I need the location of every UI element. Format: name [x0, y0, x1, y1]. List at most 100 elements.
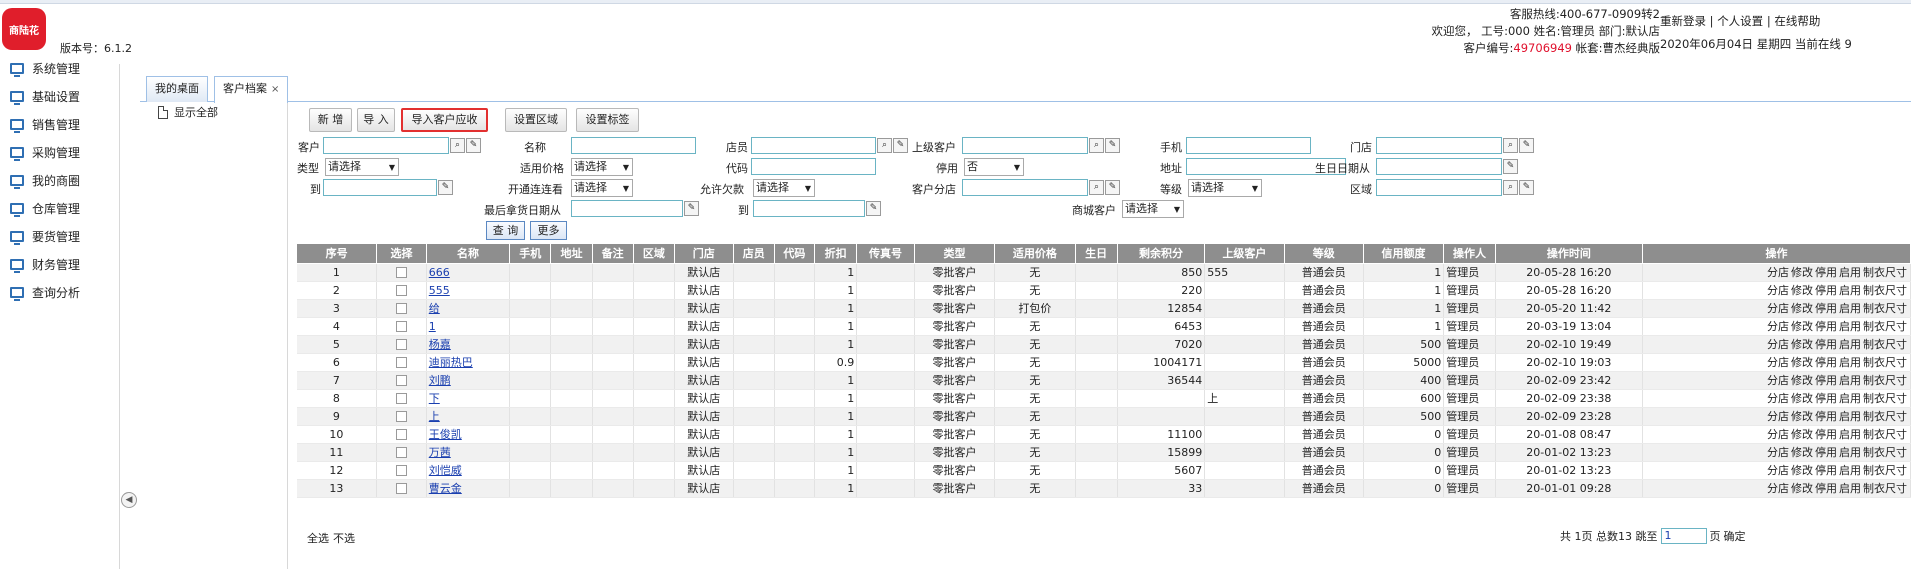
edit-action[interactable]: 修改: [1791, 266, 1813, 279]
branch-action[interactable]: 分店: [1767, 320, 1789, 333]
disable-action[interactable]: 停用: [1815, 428, 1837, 441]
enable-action[interactable]: 启用: [1839, 302, 1861, 315]
clerk-input[interactable]: [751, 137, 876, 154]
online-help-link[interactable]: 在线帮助: [1774, 14, 1820, 28]
sidebar-item-query-analysis[interactable]: 查询分析: [10, 282, 80, 302]
disable-action[interactable]: 停用: [1815, 482, 1837, 495]
parent-customer-input[interactable]: [962, 137, 1088, 154]
enable-action[interactable]: 启用: [1839, 410, 1861, 423]
disable-action[interactable]: 停用: [1815, 302, 1837, 315]
row-checkbox[interactable]: [396, 483, 408, 494]
enable-action[interactable]: 启用: [1839, 338, 1861, 351]
edit-action[interactable]: 修改: [1791, 446, 1813, 459]
customer-name-link[interactable]: 迪丽热巴: [429, 356, 473, 369]
edit-action[interactable]: 修改: [1791, 428, 1813, 441]
edit-action[interactable]: 修改: [1791, 464, 1813, 477]
branch-action[interactable]: 分店: [1767, 266, 1789, 279]
disable-action[interactable]: 停用: [1815, 284, 1837, 297]
customer-name-link[interactable]: 上: [429, 410, 440, 423]
sidebar-item-requisition[interactable]: 要货管理: [10, 226, 80, 246]
level-select[interactable]: 请选择: [1188, 179, 1262, 197]
edit-icon[interactable]: ✎: [1105, 138, 1120, 153]
customer-name-link[interactable]: 杨嘉: [429, 338, 451, 351]
customer-name-link[interactable]: 1: [429, 320, 436, 333]
search-icon[interactable]: ⌕: [1089, 180, 1104, 195]
allow-debt-select[interactable]: 请选择: [753, 179, 815, 197]
last-pick-from-input[interactable]: [571, 200, 683, 217]
sidebar-item-purchase[interactable]: 采购管理: [10, 142, 80, 162]
branch-action[interactable]: 分店: [1767, 302, 1789, 315]
relogin-link[interactable]: 重新登录: [1660, 14, 1706, 28]
tree-item-show-all[interactable]: 显示全部: [158, 104, 218, 120]
garment-size-action[interactable]: 制衣尺寸: [1863, 338, 1907, 351]
disable-action[interactable]: 停用: [1815, 338, 1837, 351]
more-button[interactable]: 更多: [530, 221, 567, 240]
branch-action[interactable]: 分店: [1767, 410, 1789, 423]
select-all-link[interactable]: 全选: [307, 532, 329, 545]
import-receivables-button[interactable]: 导入客户应收: [401, 108, 488, 132]
last-pick-to-input[interactable]: [753, 200, 865, 217]
edit-action[interactable]: 修改: [1791, 284, 1813, 297]
edit-icon[interactable]: ✎: [1519, 180, 1534, 195]
applicable-price-select[interactable]: 请选择: [571, 158, 633, 176]
customer-input[interactable]: [323, 137, 449, 154]
enable-action[interactable]: 启用: [1839, 266, 1861, 279]
customer-name-link[interactable]: 给: [429, 302, 440, 315]
disable-action[interactable]: 停用: [1815, 356, 1837, 369]
disable-action[interactable]: 停用: [1815, 374, 1837, 387]
region-input[interactable]: [1376, 179, 1502, 196]
enable-action[interactable]: 启用: [1839, 482, 1861, 495]
enable-action[interactable]: 启用: [1839, 284, 1861, 297]
personal-settings-link[interactable]: 个人设置: [1717, 14, 1763, 28]
select-none-link[interactable]: 不选: [333, 532, 355, 545]
edit-action[interactable]: 修改: [1791, 392, 1813, 405]
row-checkbox[interactable]: [396, 267, 408, 278]
edit-action[interactable]: 修改: [1791, 410, 1813, 423]
edit-action[interactable]: 修改: [1791, 356, 1813, 369]
disable-action[interactable]: 停用: [1815, 410, 1837, 423]
branch-action[interactable]: 分店: [1767, 284, 1789, 297]
customer-name-link[interactable]: 曹云金: [429, 482, 462, 495]
row-checkbox[interactable]: [396, 411, 408, 422]
edit-action[interactable]: 修改: [1791, 320, 1813, 333]
customer-branch-input[interactable]: [962, 179, 1088, 196]
enable-action[interactable]: 启用: [1839, 428, 1861, 441]
enable-action[interactable]: 启用: [1839, 320, 1861, 333]
garment-size-action[interactable]: 制衣尺寸: [1863, 446, 1907, 459]
enable-action[interactable]: 启用: [1839, 464, 1861, 477]
disable-action[interactable]: 停用: [1815, 392, 1837, 405]
garment-size-action[interactable]: 制衣尺寸: [1863, 464, 1907, 477]
mall-customer-select[interactable]: 请选择: [1122, 200, 1184, 218]
search-icon[interactable]: ⌕: [877, 138, 892, 153]
close-tab-icon[interactable]: ×: [271, 84, 279, 95]
branch-action[interactable]: 分店: [1767, 446, 1789, 459]
customer-name-link[interactable]: 万茜: [429, 446, 451, 459]
set-tags-button[interactable]: 设置标签: [576, 108, 639, 132]
search-icon[interactable]: ⌕: [1503, 180, 1518, 195]
customer-name-link[interactable]: 666: [429, 266, 450, 279]
garment-size-action[interactable]: 制衣尺寸: [1863, 302, 1907, 315]
customer-name-link[interactable]: 王俊凯: [429, 428, 462, 441]
sidebar-item-system[interactable]: 系统管理: [10, 58, 80, 78]
garment-size-action[interactable]: 制衣尺寸: [1863, 374, 1907, 387]
edit-icon[interactable]: ✎: [893, 138, 908, 153]
edit-icon[interactable]: ✎: [1519, 138, 1534, 153]
disable-action[interactable]: 停用: [1815, 446, 1837, 459]
edit-action[interactable]: 修改: [1791, 374, 1813, 387]
edit-icon[interactable]: ✎: [466, 138, 481, 153]
edit-icon[interactable]: ✎: [684, 201, 699, 216]
collapse-sidebar-icon[interactable]: ◀: [121, 492, 137, 508]
edit-icon[interactable]: ✎: [438, 180, 453, 195]
branch-action[interactable]: 分店: [1767, 464, 1789, 477]
sidebar-item-business-circle[interactable]: 我的商圈: [10, 170, 80, 190]
sidebar-item-warehouse[interactable]: 仓库管理: [10, 198, 80, 218]
phone-input[interactable]: [1186, 137, 1311, 154]
row-checkbox[interactable]: [396, 321, 408, 332]
enable-action[interactable]: 启用: [1839, 446, 1861, 459]
garment-size-action[interactable]: 制衣尺寸: [1863, 410, 1907, 423]
garment-size-action[interactable]: 制衣尺寸: [1863, 356, 1907, 369]
disabled-select[interactable]: 否: [964, 158, 1024, 176]
new-button[interactable]: 新 增: [309, 108, 352, 132]
customer-name-link[interactable]: 刘鹏: [429, 374, 451, 387]
store-input[interactable]: [1376, 137, 1502, 154]
